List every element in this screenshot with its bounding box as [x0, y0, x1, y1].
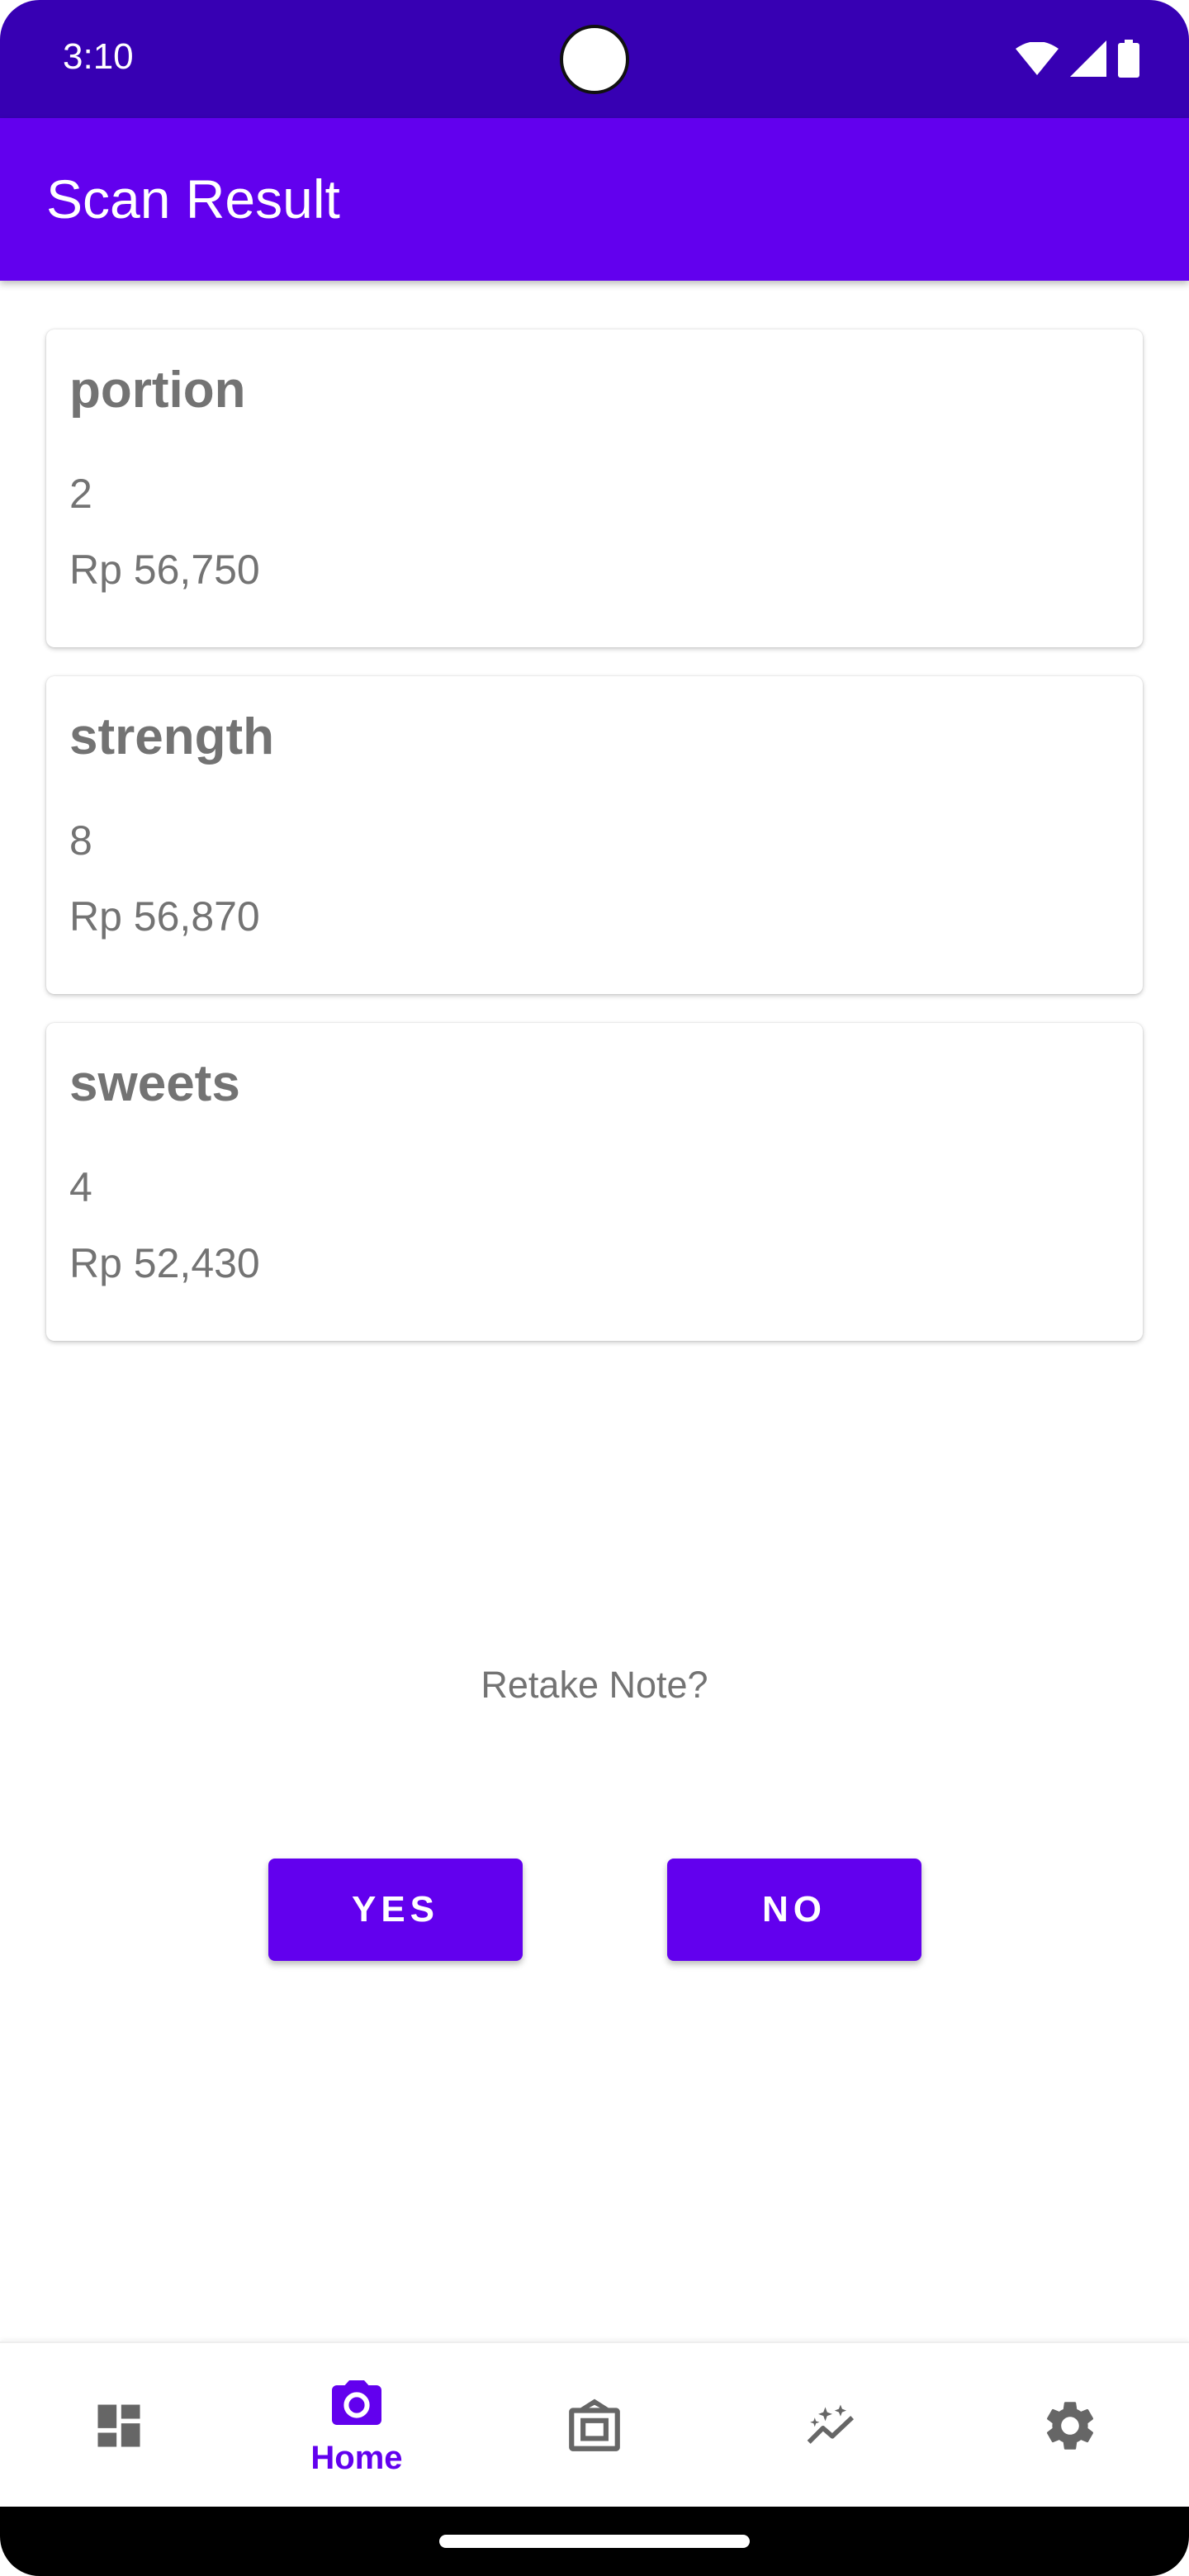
status-bar: 3:10 — [0, 0, 1189, 118]
camera-icon — [332, 2379, 381, 2425]
wifi-icon — [1016, 42, 1059, 75]
item-quantity: 2 — [69, 471, 92, 517]
item-quantity: 8 — [69, 817, 92, 864]
nav-item-settings[interactable] — [951, 2343, 1189, 2508]
nav-item-wallet[interactable] — [476, 2343, 713, 2508]
nav-item-home[interactable]: Home — [238, 2343, 476, 2508]
yes-button[interactable]: YES — [268, 1859, 523, 1961]
gear-icon — [1046, 2402, 1094, 2450]
status-time: 3:10 — [63, 36, 134, 77]
item-card-strength[interactable]: strength 8 Rp 56,870 — [46, 676, 1143, 994]
item-name: sweets — [69, 1055, 240, 1112]
dashboard-icon — [97, 2404, 140, 2447]
page-title: Scan Result — [46, 168, 340, 230]
signal-icon — [1070, 40, 1106, 77]
system-gesture-bar — [0, 2507, 1189, 2576]
item-price: Rp 56,870 — [69, 893, 260, 940]
nav-item-insights[interactable] — [713, 2343, 951, 2508]
retake-prompt: Retake Note? — [481, 1664, 708, 1706]
wallet-icon — [569, 2398, 620, 2451]
item-price: Rp 52,430 — [69, 1240, 260, 1286]
item-name: strength — [69, 708, 274, 765]
bottom-nav: Home — [0, 2342, 1189, 2507]
screen: 3:10 Scan Result portion 2 Rp 56,750 str… — [0, 0, 1189, 2576]
nav-label-home: Home — [310, 2439, 403, 2476]
status-icons — [1016, 40, 1139, 78]
item-card-portion[interactable]: portion 2 Rp 56,750 — [46, 329, 1143, 647]
app-bar: Scan Result — [0, 118, 1189, 281]
item-quantity: 4 — [69, 1164, 92, 1210]
item-card-sweets[interactable]: sweets 4 Rp 52,430 — [46, 1023, 1143, 1341]
no-button[interactable]: NO — [667, 1859, 921, 1961]
insights-icon — [807, 2404, 855, 2444]
battery-icon — [1118, 40, 1139, 78]
home-gesture-handle[interactable] — [439, 2535, 750, 2548]
nav-item-dashboard[interactable] — [0, 2343, 238, 2508]
item-price: Rp 56,750 — [69, 547, 260, 593]
item-name: portion — [69, 362, 246, 419]
camera-cutout — [560, 25, 629, 94]
